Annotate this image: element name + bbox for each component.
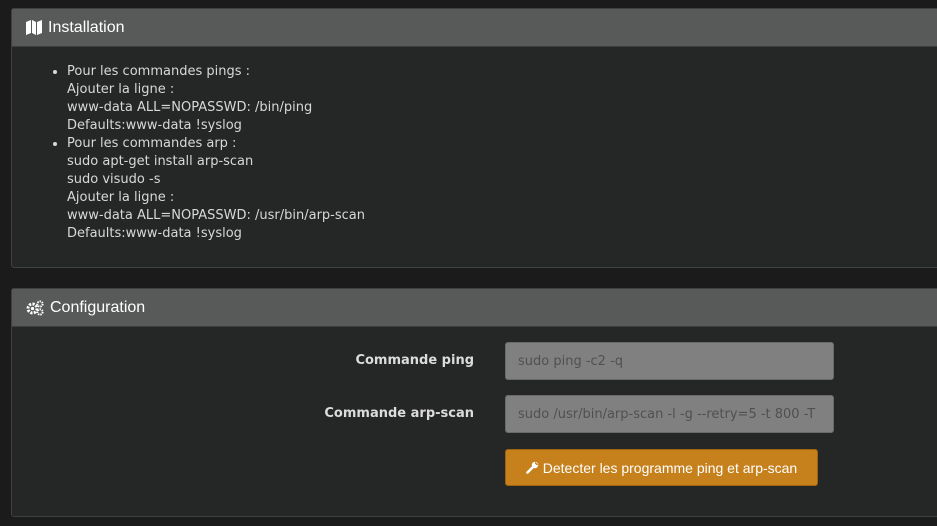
instruction-line: Defaults:www-data !syslog bbox=[67, 118, 242, 133]
instruction-line: Defaults:www-data !syslog bbox=[67, 226, 242, 241]
installation-heading: Installation bbox=[12, 9, 937, 47]
instruction-line: www-data ALL=NOPASSWD: /usr/bin/arp-scan bbox=[67, 208, 365, 223]
arp-scan-command-input[interactable] bbox=[505, 395, 834, 433]
configuration-panel: Configuration Commande ping Commande arp… bbox=[11, 288, 937, 517]
list-item: Pour les commandes arp : sudo apt-get in… bbox=[67, 135, 937, 243]
instruction-line: www-data ALL=NOPASSWD: /bin/ping bbox=[67, 100, 313, 115]
instruction-list: Pour les commandes pings : Ajouter la li… bbox=[12, 63, 937, 243]
installation-panel: Installation Pour les commandes pings : … bbox=[11, 8, 937, 268]
ping-command-label: Commande ping bbox=[355, 353, 474, 368]
detect-programs-button[interactable]: Detecter les programme ping et arp-scan bbox=[505, 449, 818, 486]
instruction-line: Ajouter la ligne : bbox=[67, 82, 175, 97]
ping-command-row: Commande ping bbox=[12, 342, 937, 380]
gears-icon bbox=[26, 299, 44, 316]
instruction-line: sudo visudo -s bbox=[67, 172, 161, 187]
installation-instructions: Pour les commandes pings : Ajouter la li… bbox=[12, 47, 937, 243]
ping-command-input[interactable] bbox=[505, 342, 834, 380]
map-icon bbox=[26, 20, 42, 35]
arp-scan-command-label: Commande arp-scan bbox=[324, 406, 474, 421]
wrench-icon bbox=[525, 461, 539, 474]
instruction-line: Pour les commandes pings : bbox=[67, 64, 250, 79]
installation-title: Installation bbox=[48, 18, 125, 36]
instruction-line: sudo apt-get install arp-scan bbox=[67, 154, 254, 169]
detect-programs-button-label: Detecter les programme ping et arp-scan bbox=[542, 459, 798, 476]
configuration-title: Configuration bbox=[50, 298, 146, 316]
list-item: Pour les commandes pings : Ajouter la li… bbox=[67, 63, 937, 135]
instruction-line: Ajouter la ligne : bbox=[67, 190, 175, 205]
instruction-line: Pour les commandes arp : bbox=[67, 136, 237, 151]
arp-scan-command-row: Commande arp-scan bbox=[12, 395, 937, 433]
configuration-heading: Configuration bbox=[12, 289, 937, 327]
